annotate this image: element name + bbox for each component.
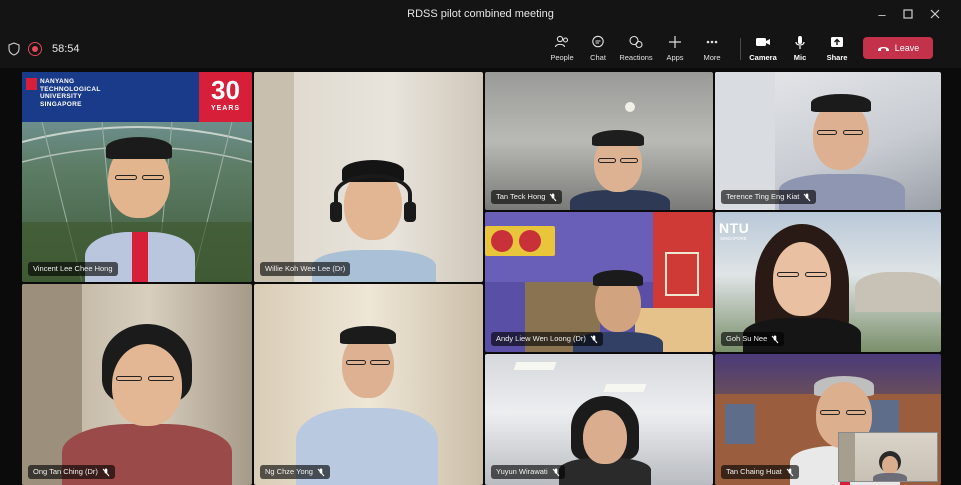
ntu-logo-sub: SINGAPORE [720, 236, 747, 241]
mic-off-icon [771, 335, 779, 343]
video-tile[interactable]: Yuyun Wirawati [485, 354, 713, 485]
leave-button[interactable]: Leave [863, 37, 933, 59]
participant-name-tag: Ong Tan Ching (Dr) [28, 465, 115, 479]
window-title: RDSS pilot combined meeting [407, 8, 554, 20]
participant-name-tag: Willie Koh Wee Lee (Dr) [260, 262, 351, 276]
share-label: Share [826, 53, 848, 62]
mic-button[interactable]: Mic [790, 34, 810, 66]
mic-label: Mic [793, 53, 807, 62]
ntu-30-years-badge: 30 YEARS [199, 72, 252, 122]
people-button[interactable]: People [548, 34, 576, 66]
more-icon [705, 34, 719, 50]
leave-label: Leave [894, 43, 920, 53]
apps-plus-icon [668, 34, 682, 50]
shield-icon [8, 42, 20, 56]
participant-video [570, 130, 670, 210]
participant-video [559, 396, 651, 485]
share-button[interactable]: Share [824, 34, 850, 66]
participant-name-tag: Andy Liew Wen Loong (Dr) [491, 332, 603, 346]
ntu-crest-icon [26, 78, 37, 90]
video-tile[interactable]: NANYANG TECHNOLOGICAL UNIVERSITY SINGAPO… [22, 72, 252, 282]
mic-off-icon [102, 468, 110, 476]
people-icon [554, 34, 570, 50]
participant-video [62, 324, 232, 485]
minimize-icon[interactable]: – [871, 4, 893, 24]
video-tile[interactable]: Tan Teck Hong [485, 72, 713, 210]
camera-button[interactable]: Camera [748, 34, 778, 66]
ntu-logo: NTU [719, 220, 750, 236]
title-bar: RDSS pilot combined meeting – [0, 0, 961, 30]
mic-off-icon [552, 468, 560, 476]
more-button[interactable]: More [700, 34, 724, 66]
self-view-video[interactable] [838, 432, 938, 482]
share-icon [830, 34, 844, 50]
mic-off-icon [590, 335, 598, 343]
mic-icon [794, 34, 806, 50]
recording-indicator-icon [28, 42, 42, 56]
toolbar-divider [740, 38, 741, 60]
close-icon[interactable] [924, 4, 946, 24]
participant-name-tag: Tan Chaing Huat [721, 465, 799, 479]
mic-off-icon [317, 468, 325, 476]
participant-name-tag: Vincent Lee Chee Hong [28, 262, 118, 276]
participant-name-tag: Tan Teck Hong [491, 190, 563, 204]
hang-up-icon [877, 46, 889, 51]
maximize-icon[interactable] [897, 4, 919, 24]
mic-off-icon [550, 193, 557, 201]
video-tile[interactable]: NTU SINGAPORE Goh Su Nee [715, 212, 941, 352]
chat-button[interactable]: Chat [586, 34, 610, 66]
apps-button[interactable]: Apps [664, 34, 686, 66]
participant-video [85, 137, 195, 282]
mic-off-icon [786, 468, 794, 476]
reactions-icon [628, 34, 644, 50]
participant-video [296, 326, 438, 485]
more-label: More [703, 53, 721, 62]
people-label: People [550, 53, 574, 62]
reactions-label: Reactions [619, 53, 653, 62]
camera-label: Camera [749, 53, 777, 62]
meeting-timer: 58:54 [52, 43, 80, 55]
participant-name-tag: Ng Chze Yong [260, 465, 330, 479]
video-tile[interactable]: Ng Chze Yong [254, 284, 483, 485]
chat-icon [591, 34, 605, 50]
ntu-banner: NANYANG TECHNOLOGICAL UNIVERSITY SINGAPO… [22, 72, 252, 122]
video-tile[interactable]: Andy Liew Wen Loong (Dr) [485, 212, 713, 352]
ntu-banner-text: NANYANG TECHNOLOGICAL UNIVERSITY SINGAPO… [40, 78, 101, 108]
teams-meeting-window: RDSS pilot combined meeting – 58:54 Peop… [0, 0, 961, 485]
mic-off-icon [804, 193, 811, 201]
self-view-person [873, 451, 907, 481]
participant-name-tag: Goh Su Nee [721, 332, 785, 346]
camera-icon [755, 34, 771, 50]
reactions-button[interactable]: Reactions [618, 34, 654, 66]
video-tile[interactable]: Willie Koh Wee Lee (Dr) [254, 72, 483, 282]
participant-name-tag: Yuyun Wirawati [491, 465, 565, 479]
video-tile[interactable]: Ong Tan Ching (Dr) [22, 284, 252, 485]
video-tile[interactable]: Terence Ting Eng Kiat [715, 72, 941, 210]
chat-label: Chat [590, 53, 606, 62]
apps-label: Apps [666, 53, 684, 62]
meeting-toolbar: 58:54 People Chat Reactions Apps More Ca… [0, 30, 961, 68]
participant-name-tag: Terence Ting Eng Kiat [721, 190, 817, 204]
